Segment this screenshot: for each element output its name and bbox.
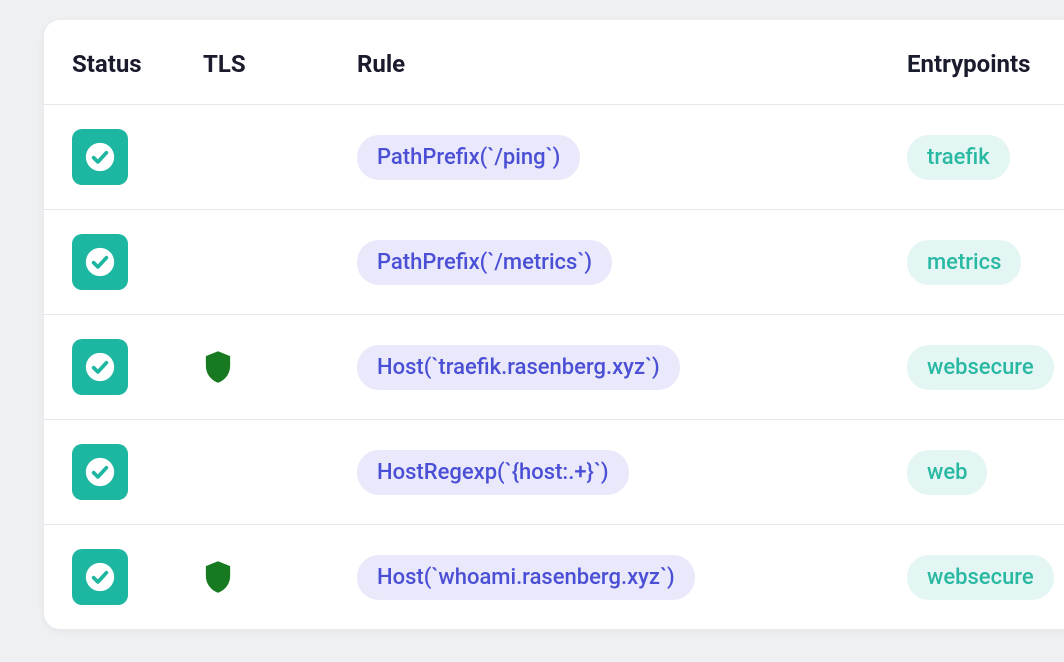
- status-ok-icon: [72, 549, 128, 605]
- table-header-row: Status TLS Rule Entrypoints: [44, 20, 1064, 105]
- entrypoint-pill: websecure: [907, 555, 1054, 600]
- rule-pill: Host(`whoami.rasenberg.xyz`): [357, 555, 695, 600]
- status-ok-icon: [72, 339, 128, 395]
- table-row[interactable]: PathPrefix(`/ping`) traefik: [44, 105, 1064, 210]
- shield-icon: [203, 350, 325, 384]
- table-row[interactable]: PathPrefix(`/metrics`) metrics: [44, 210, 1064, 315]
- table-row[interactable]: Host(`whoami.rasenberg.xyz`) websecure: [44, 525, 1064, 630]
- rule-pill: HostRegexp(`{host:.+}`): [357, 450, 629, 495]
- routers-table-card: Status TLS Rule Entrypoints PathPrefix(`…: [44, 20, 1064, 629]
- entrypoint-pill: websecure: [907, 345, 1054, 390]
- rule-pill: PathPrefix(`/ping`): [357, 135, 580, 180]
- entrypoint-pill: metrics: [907, 240, 1021, 285]
- table-row[interactable]: HostRegexp(`{host:.+}`) web: [44, 420, 1064, 525]
- routers-table: Status TLS Rule Entrypoints PathPrefix(`…: [44, 20, 1064, 629]
- status-ok-icon: [72, 444, 128, 500]
- column-header-entrypoints[interactable]: Entrypoints: [891, 20, 1064, 105]
- shield-icon: [203, 560, 325, 594]
- entrypoint-pill: web: [907, 450, 987, 495]
- rule-pill: PathPrefix(`/metrics`): [357, 240, 612, 285]
- column-header-tls[interactable]: TLS: [187, 20, 341, 105]
- table-body: PathPrefix(`/ping`) traefik PathPrefix(`…: [44, 105, 1064, 630]
- status-ok-icon: [72, 129, 128, 185]
- column-header-rule[interactable]: Rule: [341, 20, 891, 105]
- status-ok-icon: [72, 234, 128, 290]
- rule-pill: Host(`traefik.rasenberg.xyz`): [357, 345, 680, 390]
- column-header-status[interactable]: Status: [44, 20, 187, 105]
- entrypoint-pill: traefik: [907, 135, 1010, 180]
- table-row[interactable]: Host(`traefik.rasenberg.xyz`) websecure: [44, 315, 1064, 420]
